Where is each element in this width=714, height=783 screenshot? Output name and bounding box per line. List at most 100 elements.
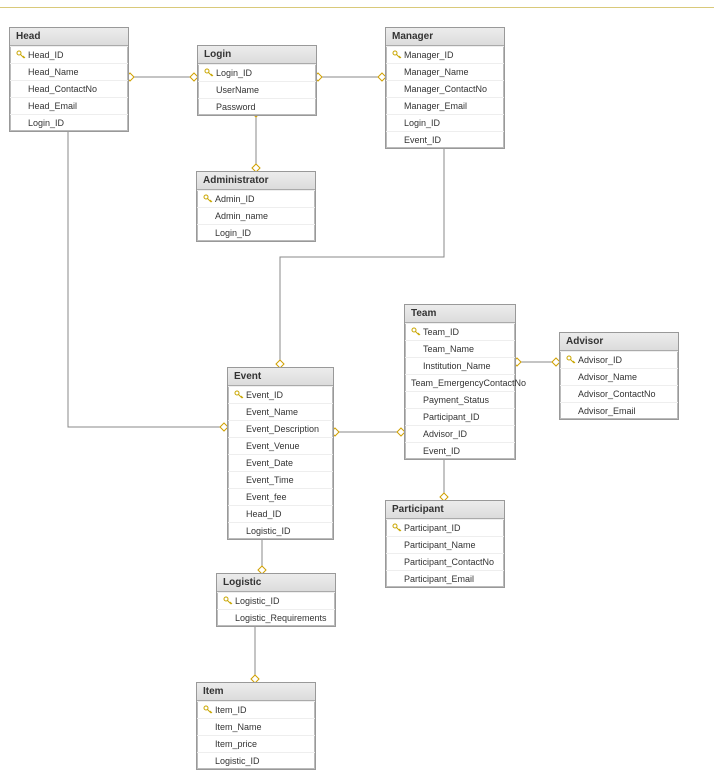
- entity-head[interactable]: HeadHead_IDHead_NameHead_ContactNoHead_E…: [9, 27, 129, 132]
- entity-participant[interactable]: Participant Participant_ID Participant_Nam…: [385, 500, 505, 588]
- attribute-row: Team_EmergencyContactNo: [405, 374, 515, 391]
- attribute-row: Item_price: [197, 735, 315, 752]
- attribute-name: Logistic_ID: [215, 755, 260, 767]
- attribute-name: Advisor_Name: [578, 371, 637, 383]
- attribute-name: Event_Venue: [246, 440, 300, 452]
- erd-canvas: HeadHead_IDHead_NameHead_ContactNoHead_E…: [0, 7, 714, 783]
- attribute-name: Head_ID: [246, 508, 282, 520]
- entity-advisor[interactable]: Advisor Advisor_ID Advisor_Name Advisor_Con…: [559, 332, 679, 420]
- attribute-name: Admin_ID: [215, 193, 255, 205]
- attribute-row: UserName: [198, 81, 316, 98]
- key-icon: [16, 50, 26, 60]
- attribute-name: Login_ID: [28, 117, 64, 129]
- entity-manager[interactable]: Manager Manager_ID Manager_Name Manager_Con…: [385, 27, 505, 149]
- attribute-name: Manager_Name: [404, 66, 469, 78]
- entity-title: Head: [10, 28, 128, 46]
- attribute-row: Participant_ContactNo: [386, 553, 504, 570]
- attribute-row: Login_ID: [198, 64, 316, 81]
- attribute-name: Logistic_ID: [246, 525, 291, 537]
- entity-title: Participant: [386, 501, 504, 519]
- attribute-row: Logistic_ID: [197, 752, 315, 769]
- attribute-row: Advisor_Name: [560, 368, 678, 385]
- attribute-name: Event_ID: [246, 389, 283, 401]
- attribute-name: Participant_Name: [404, 539, 476, 551]
- attribute-row: Payment_Status: [405, 391, 515, 408]
- attribute-row: Head_ID: [228, 505, 333, 522]
- entity-logistic[interactable]: LogisticLogistic_IDLogistic_Requirements: [216, 573, 336, 627]
- attribute-row: Team_Name: [405, 340, 515, 357]
- attribute-row: Advisor_Email: [560, 402, 678, 419]
- attribute-row: Logistic_ID: [228, 522, 333, 539]
- attribute-name: Head_ContactNo: [28, 83, 97, 95]
- attribute-name: Login_ID: [216, 67, 252, 79]
- relationship-line: [68, 111, 227, 427]
- attribute-row: Event_fee: [228, 488, 333, 505]
- attribute-name: Item_price: [215, 738, 257, 750]
- attribute-row: Event_ID: [405, 442, 515, 459]
- attribute-row: Admin_name: [197, 207, 315, 224]
- attribute-name: Admin_name: [215, 210, 268, 222]
- attribute-name: Advisor_ID: [578, 354, 622, 366]
- entity-title: Item: [197, 683, 315, 701]
- attribute-row: Logistic_ID: [217, 592, 335, 609]
- attribute-name: Payment_Status: [423, 394, 489, 406]
- attribute-row: Manager_Email: [386, 97, 504, 114]
- attribute-name: Event_ID: [423, 445, 460, 457]
- attribute-row: Team_ID: [405, 323, 515, 340]
- attribute-name: Participant_ID: [423, 411, 480, 423]
- attribute-name: Event_Name: [246, 406, 298, 418]
- attribute-name: Team_Name: [423, 343, 474, 355]
- attribute-name: Event_Date: [246, 457, 293, 469]
- attribute-row: Login_ID: [197, 224, 315, 241]
- key-icon: [223, 596, 233, 606]
- key-icon: [204, 68, 214, 78]
- key-icon: [411, 327, 421, 337]
- entity-item[interactable]: ItemItem_IDItem_NameItem_priceLogistic_I…: [196, 682, 316, 770]
- entity-login[interactable]: LoginLogin_IDUserNamePassword: [197, 45, 317, 116]
- attribute-row: Participant_ID: [386, 519, 504, 536]
- entity-title: Manager: [386, 28, 504, 46]
- entity-title: Event: [228, 368, 333, 386]
- attribute-row: Advisor_ContactNo: [560, 385, 678, 402]
- entity-team[interactable]: TeamTeam_IDTeam_NameInstitution_NameTeam…: [404, 304, 516, 460]
- attribute-row: Logistic_Requirements: [217, 609, 335, 626]
- attribute-name: Event_Description: [246, 423, 319, 435]
- attribute-row: Participant_Name: [386, 536, 504, 553]
- entity-title: Administrator: [197, 172, 315, 190]
- attribute-name: Logistic_ID: [235, 595, 280, 607]
- attribute-name: Event_fee: [246, 491, 287, 503]
- attribute-name: Logistic_Requirements: [235, 612, 327, 624]
- attribute-name: Participant_Email: [404, 573, 474, 585]
- key-icon: [203, 194, 213, 204]
- entity-event[interactable]: Event Event_ID Event_Name Event_Description…: [227, 367, 334, 540]
- attribute-row: Event_Time: [228, 471, 333, 488]
- attribute-row: Head_ContactNo: [10, 80, 128, 97]
- attribute-row: Admin_ID: [197, 190, 315, 207]
- attribute-name: Manager_ID: [404, 49, 454, 61]
- attribute-name: Password: [216, 101, 256, 113]
- attribute-row: Event_Description: [228, 420, 333, 437]
- attribute-name: Head_Name: [28, 66, 79, 78]
- entity-title: Advisor: [560, 333, 678, 351]
- attribute-row: Participant_Email: [386, 570, 504, 587]
- attribute-row: Manager_ContactNo: [386, 80, 504, 97]
- attribute-name: UserName: [216, 84, 259, 96]
- attribute-row: Event_Venue: [228, 437, 333, 454]
- attribute-name: Manager_ContactNo: [404, 83, 487, 95]
- attribute-row: Event_Name: [228, 403, 333, 420]
- key-icon: [203, 705, 213, 715]
- attribute-row: Participant_ID: [405, 408, 515, 425]
- entity-title: Team: [405, 305, 515, 323]
- attribute-name: Login_ID: [404, 117, 440, 129]
- attribute-row: Event_ID: [228, 386, 333, 403]
- attribute-row: Item_Name: [197, 718, 315, 735]
- attribute-name: Advisor_Email: [578, 405, 636, 417]
- attribute-name: Team_ID: [423, 326, 459, 338]
- attribute-name: Manager_Email: [404, 100, 467, 112]
- entity-administrator[interactable]: Administrator Admin_ID Admin_name Login_ID: [196, 171, 316, 242]
- attribute-row: Login_ID: [10, 114, 128, 131]
- attribute-row: Head_Name: [10, 63, 128, 80]
- attribute-name: Participant_ID: [404, 522, 461, 534]
- attribute-name: Advisor_ContactNo: [578, 388, 656, 400]
- attribute-row: Manager_Name: [386, 63, 504, 80]
